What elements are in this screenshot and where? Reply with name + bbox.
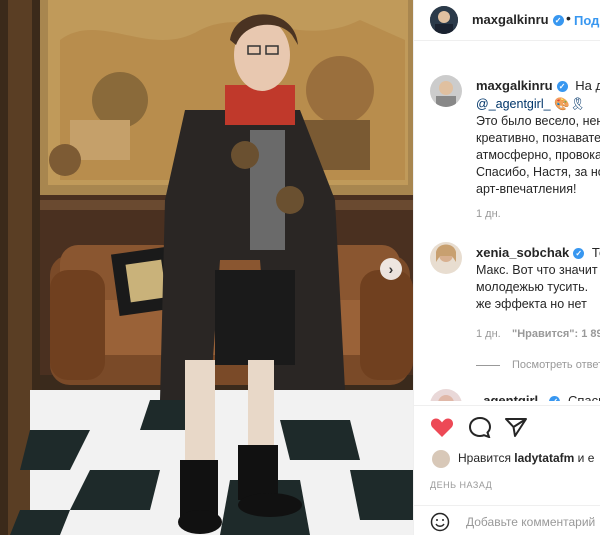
comment-text-line: молодежью тусить. <box>476 280 589 294</box>
next-arrow-icon[interactable]: › <box>380 258 402 280</box>
comments-list: maxgalkinru✓ На днях @_agentgirl_ 🎨🎗 Это… <box>414 41 600 401</box>
comment-text-line: Это было весело, ненавязчиво, <box>476 114 600 128</box>
post-photo[interactable]: › <box>0 0 413 535</box>
emoji-icon[interactable] <box>430 512 450 532</box>
comment-icon[interactable] <box>468 416 492 438</box>
comment-text-line: атмосферно, провокационно <box>476 148 600 162</box>
author-username[interactable]: maxgalkinru ✓ <box>472 12 564 27</box>
comment-username-text[interactable]: xenia_sobchak <box>476 245 569 260</box>
likes-prefix: Нравится <box>458 451 511 466</box>
heart-icon[interactable] <box>430 416 454 438</box>
follow-button[interactable]: Подписаться <box>574 13 600 28</box>
comment-username[interactable]: _agentgirl_ ✓ Спасибо <box>476 393 600 401</box>
comment-text: Спасибо <box>567 393 600 401</box>
comment-text: Теперь <box>591 245 600 260</box>
post-image <box>0 0 413 535</box>
comment-avatar[interactable] <box>430 242 462 274</box>
comment-username[interactable]: maxgalkinru✓ На днях <box>476 78 600 93</box>
likes-suffix: и е <box>577 451 595 466</box>
view-replies-button[interactable]: Посмотреть ответы <box>476 359 600 371</box>
likes-summary[interactable]: Нравится ladytatafm и е <box>432 450 594 468</box>
comment-text-line: креативно, познавательно, <box>476 131 600 145</box>
verified-badge-icon: ✓ <box>552 15 564 27</box>
comment-text: На днях <box>575 78 600 93</box>
author-username-text[interactable]: maxgalkinru <box>472 12 549 27</box>
comment-mention[interactable]: @_agentgirl_ 🎨🎗 <box>476 96 585 113</box>
post-header: maxgalkinru✓ • Подписаться <box>414 0 600 41</box>
comment-text-line: арт-впечатления! <box>476 182 577 196</box>
comment-time[interactable]: 1 дн. <box>476 208 501 220</box>
comment-time[interactable]: 1 дн. <box>476 328 501 340</box>
action-bar <box>414 405 600 446</box>
comment-username-text[interactable]: maxgalkinru <box>476 78 553 93</box>
comment-text-line: Макс. Вот что значит <box>476 263 598 277</box>
verified-badge-icon: ✓ <box>556 81 568 93</box>
comment-avatar[interactable] <box>430 389 462 401</box>
liker-avatar[interactable] <box>432 450 450 468</box>
verified-badge-icon: ✓ <box>573 248 585 260</box>
share-icon[interactable] <box>504 416 528 438</box>
liker-username[interactable]: ladytatafm <box>514 451 574 465</box>
comment-avatar[interactable] <box>430 75 462 107</box>
separator-dot: • <box>566 10 571 26</box>
comment-likes[interactable]: "Нравится": 1 896 <box>512 328 600 340</box>
post-date[interactable]: ДЕНЬ НАЗАД <box>430 480 492 490</box>
verified-badge-icon: ✓ <box>549 396 561 401</box>
comment-text-line: же эффекта но нет <box>476 297 587 311</box>
add-comment-bar: Добавьте комментарий <box>414 505 600 535</box>
author-avatar[interactable] <box>430 6 458 34</box>
post-side-panel: maxgalkinru✓ • Подписаться maxgalkinru✓ … <box>413 0 600 535</box>
comment-username-text[interactable]: _agentgirl_ <box>476 393 545 401</box>
comment-text-line: Спасибо, Настя, за новые <box>476 165 600 179</box>
add-comment-input[interactable]: Добавьте комментарий <box>466 515 595 529</box>
comment-username[interactable]: xenia_sobchak ✓ Теперь <box>476 245 600 260</box>
